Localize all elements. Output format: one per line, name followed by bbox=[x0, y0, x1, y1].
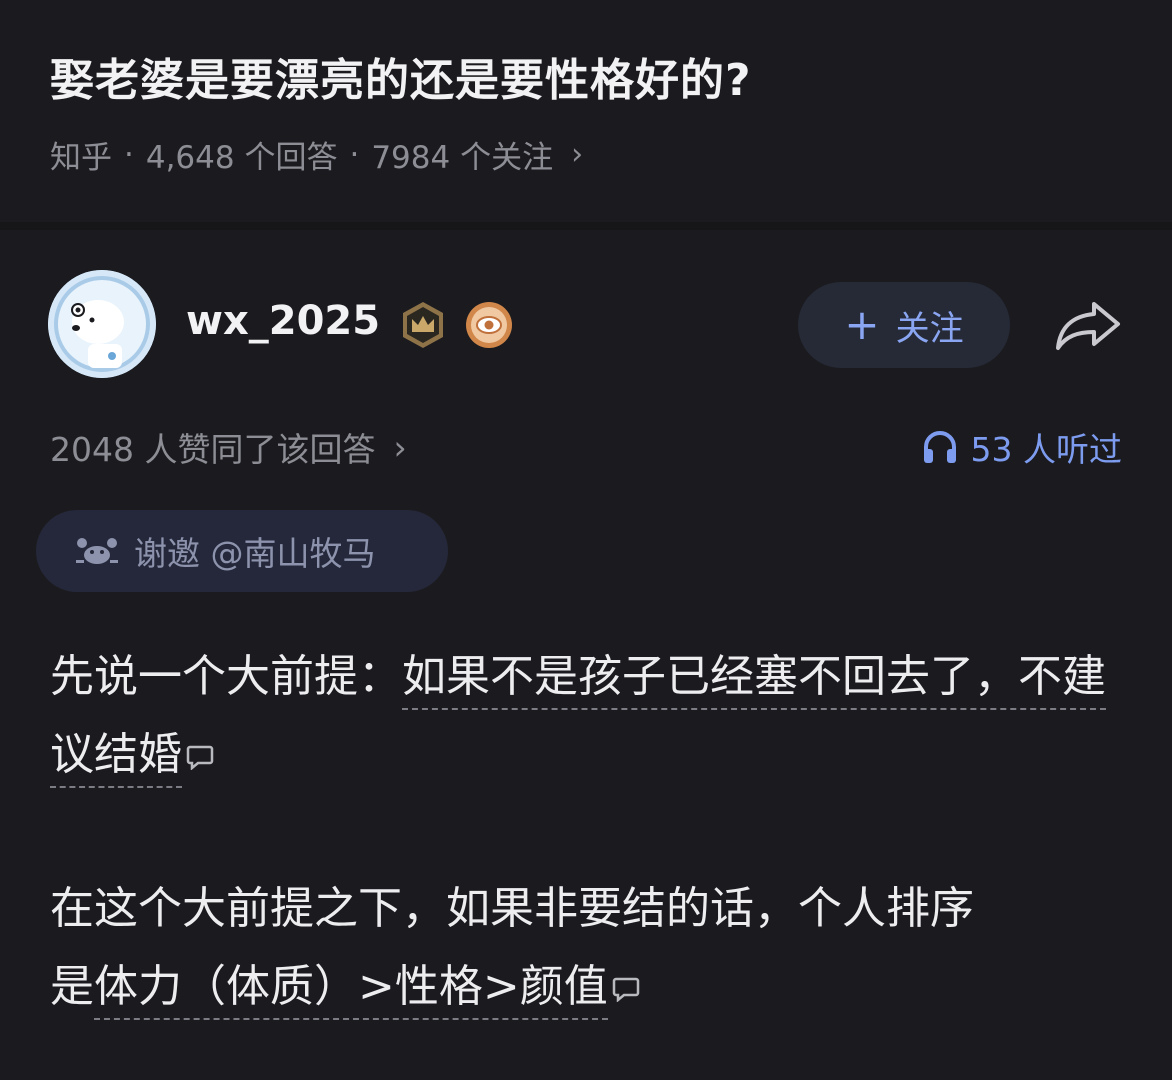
crown-badge-icon[interactable] bbox=[398, 300, 448, 350]
paragraph-lead: 在这个大前提之下，如果非要结的话，个人排序 bbox=[50, 883, 974, 934]
headphones-icon bbox=[923, 431, 956, 463]
listen-button[interactable]: 53 人听过 bbox=[921, 423, 1122, 471]
highlighted-sentence[interactable]: 体力（体质）>性格>颜值 bbox=[94, 961, 608, 1020]
comment-icon[interactable] bbox=[612, 976, 640, 1002]
eye-badge-icon[interactable] bbox=[464, 300, 514, 350]
question-meta[interactable]: 知乎 · 4,648 个回答 · 7984 个关注 › bbox=[50, 132, 583, 177]
meta-separator: · bbox=[349, 136, 360, 173]
crab-icon bbox=[76, 538, 118, 564]
upvote-stats[interactable]: 2048 人赞同了该回答 › bbox=[50, 423, 407, 471]
invite-chip[interactable]: 谢邀 @南山牧马 bbox=[36, 510, 448, 592]
follower-count: 7984 个关注 bbox=[371, 140, 554, 176]
source-label: 知乎 bbox=[50, 140, 112, 176]
paragraph-lead-tail: 是 bbox=[50, 961, 94, 1012]
upvote-text: 2048 人赞同了该回答 bbox=[50, 430, 376, 469]
chevron-right-icon: › bbox=[571, 137, 584, 172]
follow-label: 关注 bbox=[895, 308, 964, 349]
answer-paragraph-1: 先说一个大前提：如果不是孩子已经塞不回去了，不建议结婚 bbox=[50, 638, 1130, 794]
meta-separator: · bbox=[124, 136, 134, 173]
share-icon[interactable] bbox=[1054, 300, 1124, 352]
paragraph-lead: 先说一个大前提： bbox=[50, 651, 402, 702]
answer-card: wx_2025 + 关注 2048 人赞同了该回答 › 53 人听过 谢邀 @南… bbox=[0, 230, 1172, 1080]
author-name[interactable]: wx_2025 bbox=[186, 298, 380, 344]
polar-bear-avatar-icon bbox=[48, 270, 156, 378]
listen-count: 53 人听过 bbox=[970, 430, 1122, 469]
avatar[interactable] bbox=[48, 270, 156, 378]
answer-paragraph-2: 在这个大前提之下，如果非要结的话，个人排序 是体力（体质）>性格>颜值 bbox=[50, 870, 1130, 1026]
follow-button[interactable]: + 关注 bbox=[798, 282, 1010, 368]
page: 娶老婆是要漂亮的还是要性格好的? 知乎 · 4,648 个回答 · 7984 个… bbox=[0, 0, 1172, 1080]
comment-icon[interactable] bbox=[186, 744, 214, 770]
question-header[interactable]: 娶老婆是要漂亮的还是要性格好的? 知乎 · 4,648 个回答 · 7984 个… bbox=[0, 0, 1172, 222]
invite-text: 谢邀 @南山牧马 bbox=[134, 534, 376, 573]
chevron-right-icon: › bbox=[393, 427, 407, 467]
question-title[interactable]: 娶老婆是要漂亮的还是要性格好的? bbox=[50, 44, 752, 108]
answer-count: 4,648 个回答 bbox=[145, 140, 338, 176]
section-divider bbox=[0, 222, 1172, 230]
plus-icon: + bbox=[844, 300, 880, 349]
